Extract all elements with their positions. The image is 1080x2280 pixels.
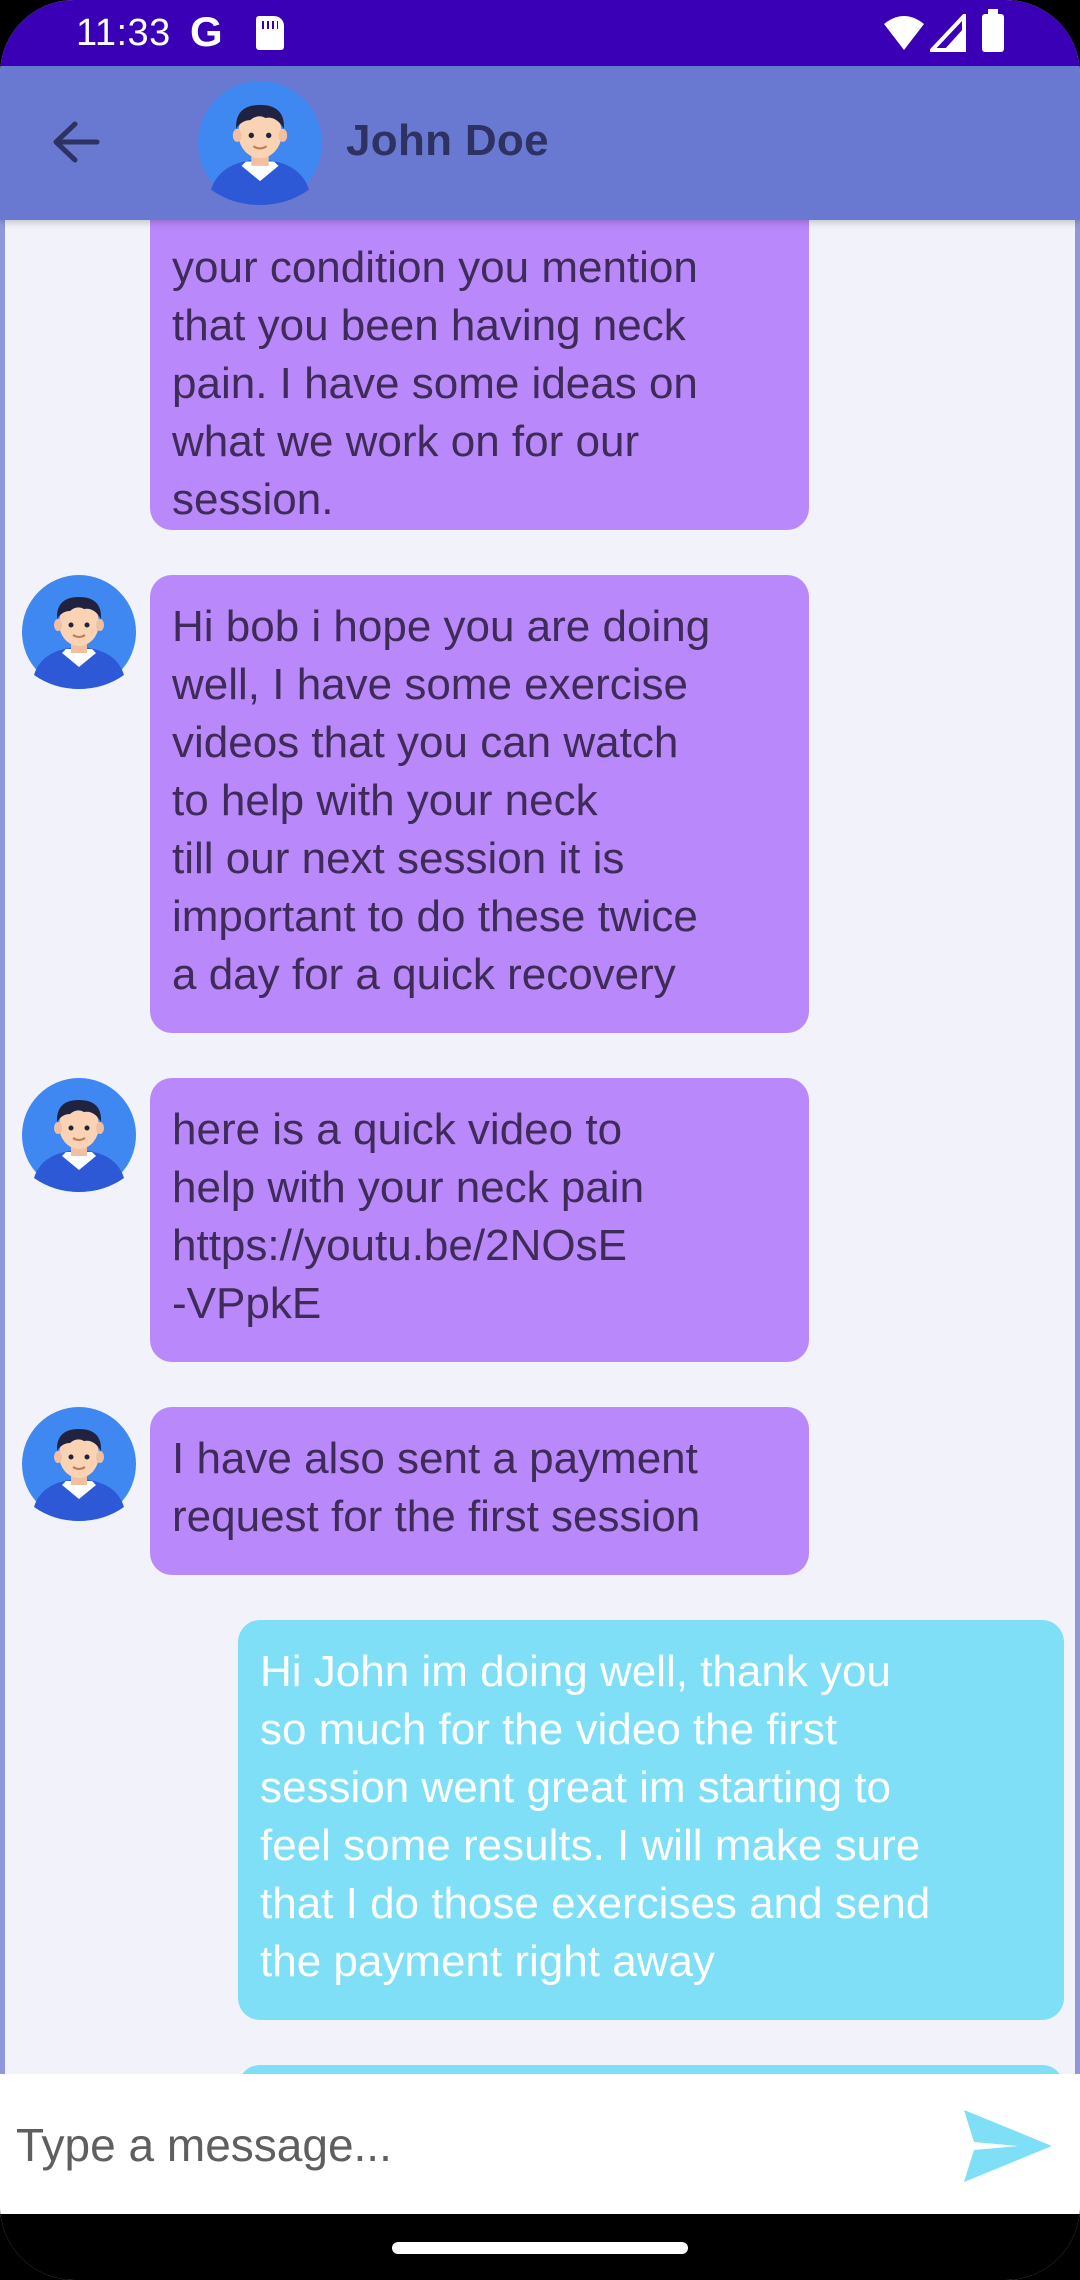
message-bubble-outgoing[interactable]: Hi John im doing well, thank you so much… bbox=[238, 1620, 1064, 2020]
message-input-bar bbox=[0, 2074, 1080, 2214]
message-avatar bbox=[22, 1078, 136, 1192]
sd-card-icon bbox=[256, 16, 284, 50]
wifi-icon bbox=[884, 16, 924, 50]
contact-avatar[interactable] bbox=[198, 81, 322, 205]
message-bubble-outgoing[interactable] bbox=[238, 2065, 1064, 2074]
phone-screen: 11:33 G John Doe your condition you ment… bbox=[0, 0, 1080, 2280]
message-bubble-incoming[interactable]: your condition you mention that you been… bbox=[150, 220, 809, 530]
battery-icon bbox=[982, 9, 1004, 52]
status-bar: 11:33 G bbox=[0, 0, 1080, 66]
message-bubble-incoming[interactable]: I have also sent a payment request for t… bbox=[150, 1407, 809, 1575]
message-avatar bbox=[22, 1407, 136, 1521]
app-bar: John Doe bbox=[0, 66, 1080, 220]
status-time: 11:33 bbox=[76, 12, 171, 54]
message-bubble-incoming[interactable]: Hi bob i hope you are doing well, I have… bbox=[150, 575, 809, 1033]
message-input[interactable] bbox=[14, 2094, 918, 2196]
message-avatar bbox=[22, 575, 136, 689]
back-button[interactable] bbox=[40, 106, 112, 178]
navigation-bar bbox=[0, 2214, 1080, 2280]
chat-message-list[interactable]: your condition you mention that you been… bbox=[0, 220, 1080, 2074]
message-bubble-incoming[interactable]: here is a quick video to help with your … bbox=[150, 1078, 809, 1362]
home-indicator[interactable] bbox=[392, 2242, 688, 2254]
signal-icon bbox=[930, 14, 966, 52]
send-icon[interactable] bbox=[960, 2106, 1056, 2186]
contact-name[interactable]: John Doe bbox=[346, 116, 549, 166]
google-icon: G bbox=[190, 8, 223, 55]
arrow-left-icon bbox=[53, 121, 100, 163]
